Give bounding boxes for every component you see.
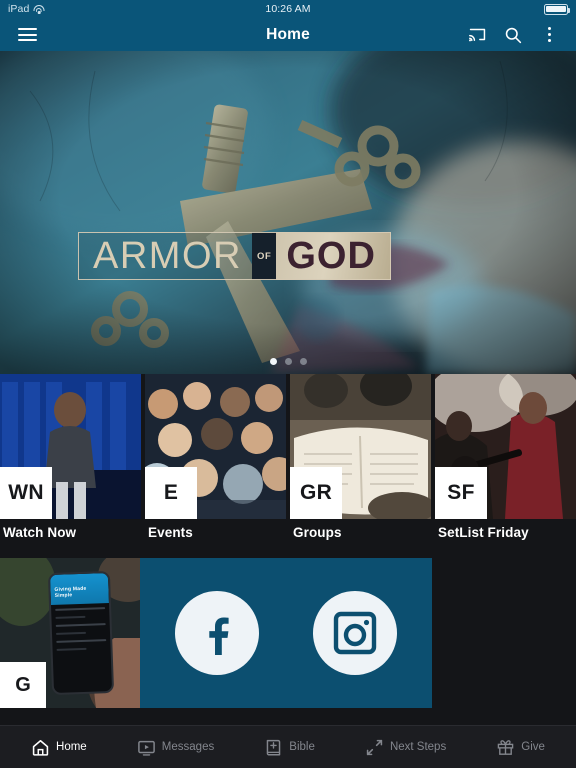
tile-label: SetList Friday <box>438 525 529 540</box>
app-root: iPad 10:26 AM Home ARMOR OF GOD WN Watch… <box>0 0 576 768</box>
tab-label: Bible <box>289 741 315 753</box>
tile-label: Groups <box>293 525 342 540</box>
tile-label: Events <box>148 525 193 540</box>
carousel-dot-2[interactable] <box>284 358 292 365</box>
phone-header: Giving Made Simple <box>49 573 109 606</box>
instagram-icon <box>333 611 377 655</box>
status-bar-right <box>544 3 571 15</box>
promo-badge: G <box>0 662 46 708</box>
tile-label: Watch Now <box>3 525 77 540</box>
app-bar: Home <box>0 18 576 51</box>
facebook-icon <box>209 617 229 655</box>
promo-row: Giving Made Simple G <box>0 558 576 708</box>
hero-title-armor: ARMOR <box>78 232 252 280</box>
tile-image: SF <box>435 374 576 519</box>
tab-bible[interactable]: Bible <box>264 738 315 757</box>
hamburger-menu-button[interactable] <box>12 20 42 50</box>
hero-title-of: OF <box>251 232 277 280</box>
tab-label: Messages <box>161 741 215 753</box>
cast-icon <box>468 28 485 42</box>
hero-title-god: GOD <box>276 232 391 280</box>
tile-image: E <box>145 374 286 519</box>
hero-carousel[interactable]: ARMOR OF GOD <box>0 51 576 374</box>
tile-badge: E <box>145 467 197 519</box>
phone-mockup: Giving Made Simple <box>47 570 115 696</box>
tile-badge: WN <box>0 467 52 519</box>
tab-next-steps[interactable]: Next Steps <box>365 738 446 757</box>
carousel-dot-3[interactable] <box>299 358 307 365</box>
status-bar: iPad 10:26 AM <box>0 0 576 18</box>
hamburger-menu-icon <box>17 28 37 41</box>
tab-label: Next Steps <box>389 741 447 753</box>
status-bar-clock: 10:26 AM <box>265 3 311 15</box>
hero-image <box>0 51 576 374</box>
tile-setlist-friday[interactable]: SF SetList Friday <box>435 374 576 554</box>
facebook-button[interactable] <box>175 591 259 675</box>
next-steps-icon <box>366 739 383 755</box>
promo-giving[interactable]: Giving Made Simple G <box>0 558 140 708</box>
home-icon <box>32 739 49 756</box>
battery-icon <box>544 3 571 15</box>
tile-badge: GR <box>290 467 342 519</box>
tile-watch-now[interactable]: WN Watch Now <box>0 374 141 554</box>
feature-tile-row: WN Watch Now E Events GR Groups SF SetLi… <box>0 374 576 554</box>
search-button[interactable] <box>498 20 528 50</box>
tile-groups[interactable]: GR Groups <box>290 374 431 554</box>
overflow-menu-button[interactable] <box>534 20 564 50</box>
gift-icon <box>498 739 514 755</box>
instagram-button[interactable] <box>313 591 397 675</box>
app-bar-actions <box>462 20 564 50</box>
phone-list <box>51 603 111 655</box>
tab-messages[interactable]: Messages <box>137 738 214 757</box>
cast-button[interactable] <box>462 20 492 50</box>
tab-home[interactable]: Home <box>31 738 87 757</box>
tile-image: GR <box>290 374 431 519</box>
messages-icon <box>137 740 155 756</box>
carousel-dot-1[interactable] <box>269 358 277 365</box>
bible-icon <box>267 739 281 755</box>
tile-events[interactable]: E Events <box>145 374 286 554</box>
phone-headline: Giving Made Simple <box>54 585 87 599</box>
carousel-pagination[interactable] <box>0 358 576 365</box>
tab-label: Give <box>521 741 545 753</box>
bottom-tab-bar: Home Messages Bible Next Steps Give <box>0 725 576 768</box>
tile-badge: SF <box>435 467 487 519</box>
search-icon <box>505 27 522 43</box>
hero-title: ARMOR OF GOD <box>78 232 391 280</box>
more-vertical-icon <box>547 27 551 42</box>
tile-image: WN <box>0 374 141 519</box>
tab-give[interactable]: Give <box>496 738 545 757</box>
tab-label: Home <box>56 741 87 753</box>
promo-social-panel <box>140 558 432 708</box>
